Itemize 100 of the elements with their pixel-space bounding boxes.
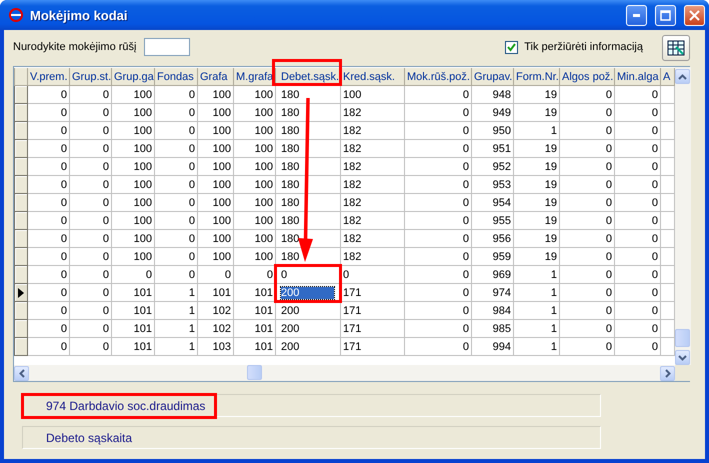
- table-cell: 0: [102, 286, 109, 298]
- column-header[interactable]: Grup.st.: [70, 68, 112, 86]
- table-cell: 100: [212, 250, 231, 262]
- column-header[interactable]: Form.Nr.: [514, 68, 560, 86]
- vertical-scrollbar[interactable]: [675, 67, 691, 365]
- table-cell: 0: [606, 304, 612, 316]
- column-header[interactable]: Grup.ga: [112, 68, 154, 86]
- table-cell: 182: [343, 196, 362, 208]
- table-cell: 0: [606, 322, 612, 334]
- table-cell: 0: [606, 214, 612, 226]
- table-cell: 1: [550, 286, 557, 298]
- table-cell: 0: [102, 340, 109, 352]
- column-header[interactable]: Min.alga: [614, 68, 660, 86]
- table-cell: 0: [102, 124, 109, 136]
- minimize-icon: [633, 14, 640, 16]
- table-cell: 0: [606, 124, 612, 136]
- table-cell: 180: [281, 106, 300, 118]
- table-cell: 0: [606, 268, 612, 280]
- status-text: Debeto sąskaita: [46, 430, 132, 444]
- table-cell: 1: [188, 286, 195, 298]
- table-cell: 100: [134, 124, 152, 136]
- table-cell: 100: [212, 178, 231, 190]
- table-cell: 0: [102, 196, 109, 208]
- column-header[interactable]: Grupav.: [472, 68, 514, 86]
- table-cell: 0: [102, 160, 109, 172]
- payment-type-field[interactable]: [144, 38, 190, 56]
- table-cell: 0: [462, 106, 469, 118]
- table-cell: 974: [492, 286, 511, 298]
- table-cell: 100: [212, 124, 231, 136]
- table-cell: 180: [281, 214, 300, 226]
- scroll-thumb[interactable]: [675, 329, 690, 347]
- table-cell: 180: [281, 124, 300, 136]
- maximize-button[interactable]: [655, 4, 676, 26]
- horizontal-scrollbar[interactable]: [14, 365, 675, 381]
- table-cell: 0: [188, 214, 195, 226]
- table-cell: 0: [652, 250, 658, 262]
- table-cell: 0: [60, 322, 67, 334]
- highlight-frame: [274, 264, 342, 303]
- table-cell: 19: [544, 250, 557, 262]
- table-cell: 0: [606, 178, 612, 190]
- view-only-label: Tik peržiūrėti informaciją: [524, 41, 643, 53]
- column-header[interactable]: Kred.sąsk.: [340, 68, 404, 86]
- table-cell: 950: [492, 124, 511, 136]
- column-header[interactable]: Mok.rūš.pož.: [404, 68, 472, 86]
- scroll-up-icon[interactable]: [675, 69, 690, 84]
- table-cell: 19: [544, 106, 557, 118]
- table-cell: 0: [652, 106, 658, 118]
- row-header[interactable]: [14, 284, 28, 302]
- table-cell: 200: [281, 286, 334, 298]
- view-only-checkbox[interactable]: [505, 40, 518, 54]
- table-cell: 101: [254, 286, 273, 298]
- table-cell: 0: [102, 268, 109, 280]
- table-cell: 100: [254, 178, 273, 190]
- table-cell: 180: [281, 160, 300, 172]
- table-cell: 1: [188, 322, 195, 334]
- table-cell: 0: [652, 214, 658, 226]
- table-cell: 0: [652, 142, 658, 154]
- table-cell: 0: [102, 322, 109, 334]
- table-cell: 100: [212, 160, 231, 172]
- table-cell: 994: [492, 340, 511, 352]
- column-header[interactable]: Fondas: [154, 68, 198, 86]
- table-cell: 100: [254, 250, 273, 262]
- table-cell: 180: [281, 178, 300, 190]
- table-cell: 0: [188, 124, 195, 136]
- table-cell: 0: [606, 286, 612, 298]
- table-cell: 19: [544, 214, 557, 226]
- table-cell: 102: [212, 322, 231, 334]
- table-cell: 0: [102, 142, 109, 154]
- table-cell: 0: [652, 88, 658, 100]
- table-cell: 182: [343, 178, 362, 190]
- table-cell: 0: [188, 106, 195, 118]
- scroll-thumb[interactable]: [247, 365, 262, 380]
- table-cell: 100: [212, 196, 231, 208]
- minimize-button[interactable]: [626, 4, 647, 26]
- table-cell: 100: [343, 88, 362, 100]
- table-cell: 0: [188, 232, 195, 244]
- table-cell: 0: [188, 250, 195, 262]
- table-cell: 100: [134, 160, 152, 172]
- table-cell: 0: [462, 178, 469, 190]
- table-cell: 182: [343, 160, 362, 172]
- scroll-right-icon[interactable]: [660, 366, 675, 380]
- table-cell: 953: [492, 178, 511, 190]
- table-cell: 0: [146, 268, 152, 280]
- close-button[interactable]: [684, 4, 705, 26]
- table-cell: 0: [60, 106, 67, 118]
- table-cell: 0: [102, 214, 109, 226]
- column-header[interactable]: Grafa: [198, 68, 234, 86]
- table-cell: 0: [188, 142, 195, 154]
- table-cell: 0: [652, 160, 658, 172]
- column-header[interactable]: Algos pož.: [560, 68, 614, 86]
- table-cell: 1: [550, 268, 557, 280]
- grid-settings-button[interactable]: [662, 35, 690, 61]
- column-header[interactable]: M.grafa: [234, 68, 276, 86]
- scroll-left-icon[interactable]: [14, 366, 29, 380]
- column-header[interactable]: V.prem.: [28, 68, 70, 86]
- table-cell: 100: [254, 106, 273, 118]
- table-cell: 0: [188, 88, 195, 100]
- table-cell: 0: [102, 106, 109, 118]
- column-header[interactable]: A: [660, 68, 674, 86]
- scroll-down-icon[interactable]: [675, 350, 690, 365]
